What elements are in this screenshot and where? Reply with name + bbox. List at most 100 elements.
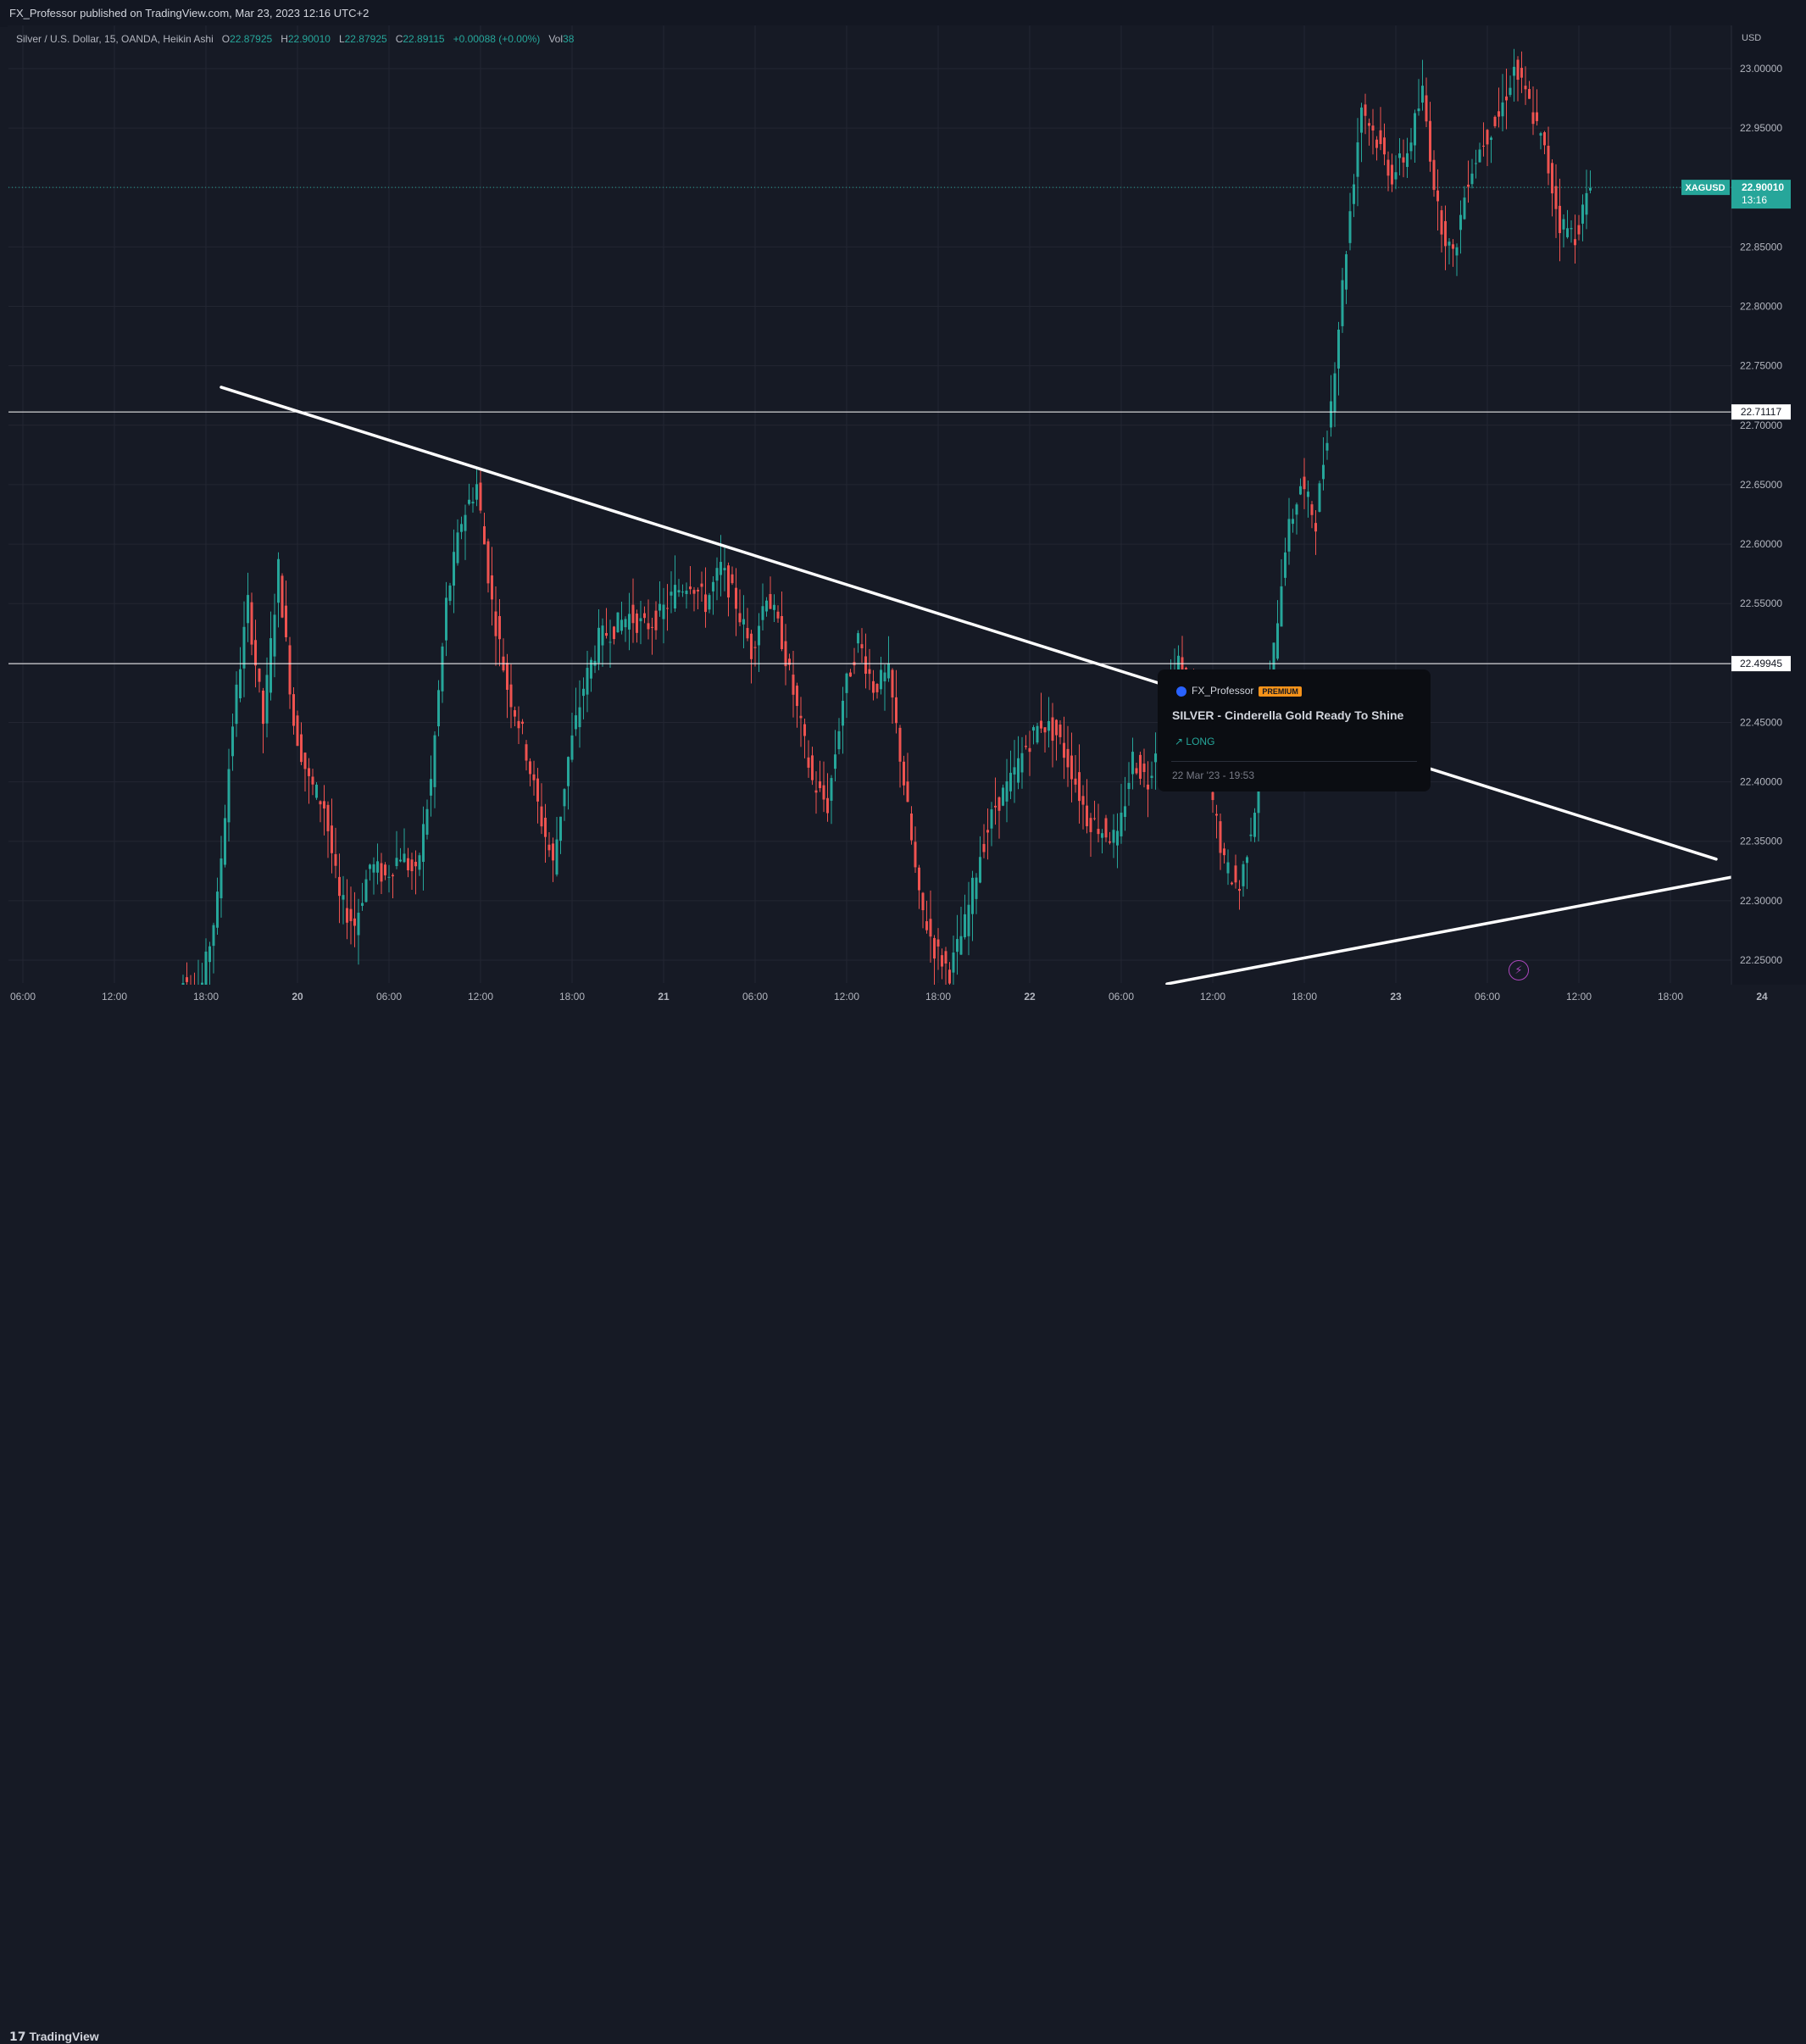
candle-body (460, 524, 463, 532)
volume-value: 38 (563, 33, 575, 45)
candle-body (208, 946, 211, 963)
x-tick-label: 06:00 (10, 991, 36, 1003)
candle-body (723, 568, 726, 571)
candle-body (1333, 373, 1336, 412)
x-tick-label: 24 (1756, 991, 1768, 1003)
candle-body (387, 876, 391, 878)
idea-title[interactable]: SILVER - Cinderella Gold Ready To Shine (1172, 708, 1403, 722)
candle-body (735, 587, 737, 609)
candle-body (1470, 173, 1474, 185)
candle-body (1238, 888, 1241, 891)
candle-body (1074, 778, 1077, 785)
candle-body (822, 785, 825, 800)
lightning-icon[interactable]: ⚡ (1509, 960, 1529, 980)
candle-body (986, 830, 989, 833)
candle-body (677, 590, 681, 593)
y-tick-label: 22.45000 (1740, 716, 1782, 728)
candle-body (990, 809, 993, 829)
y-tick-label: 23.00000 (1740, 63, 1782, 75)
candle-body (670, 592, 673, 596)
candle-body (792, 675, 795, 695)
y-tick-label: 22.25000 (1740, 954, 1782, 966)
candle-body (521, 721, 524, 725)
footer-bar: 17 TradingView (0, 1010, 1806, 2044)
candle-body (1417, 108, 1420, 112)
candle-body (1402, 157, 1405, 163)
candle-body (292, 694, 295, 726)
candle-body (631, 604, 635, 624)
candle-body (1089, 818, 1092, 832)
candle-body (803, 724, 806, 736)
candle-body (944, 951, 947, 964)
candle-body (376, 861, 379, 873)
candle-body (586, 668, 589, 695)
candle-body (529, 761, 531, 775)
candle-body (834, 754, 836, 769)
candle-body (380, 863, 383, 882)
x-tick-label: 18:00 (1658, 991, 1683, 1003)
candle-body (941, 955, 943, 967)
candle-body (285, 605, 287, 638)
candle-body (582, 688, 585, 697)
candle-body (1135, 768, 1138, 774)
candle-body (1303, 476, 1306, 490)
candle-body (647, 623, 650, 630)
x-tick-label: 21 (658, 991, 670, 1003)
candle-body (898, 727, 902, 762)
candle-body (636, 613, 638, 633)
candle-body (464, 514, 467, 531)
x-tick-label: 18:00 (193, 991, 219, 1003)
candle-body (616, 612, 620, 633)
candle-body (906, 781, 909, 803)
candle-body (1409, 142, 1413, 152)
candle-body (1482, 145, 1485, 147)
candle-body (605, 633, 608, 636)
idea-date: 22 Mar '23 - 19:53 (1172, 769, 1255, 781)
candle-body (334, 853, 337, 866)
idea-author[interactable]: FX_Professor (1192, 685, 1253, 697)
currency-label: USD (1742, 33, 1761, 43)
candle-body (273, 614, 276, 657)
x-tick-label: 12:00 (834, 991, 859, 1003)
candle-body (979, 857, 981, 883)
candle-body (1284, 552, 1286, 578)
candle-body (1551, 163, 1553, 194)
candle-body (1379, 130, 1382, 145)
candle-body (651, 626, 653, 628)
candle-body (807, 757, 810, 768)
tradingview-logo[interactable]: 17 TradingView (9, 2030, 99, 2044)
candle-body (1493, 116, 1497, 126)
trendlines (219, 386, 1741, 986)
candle-body (300, 734, 303, 763)
candle-body (353, 918, 356, 926)
candle-body (1577, 225, 1581, 235)
candle-body (425, 808, 429, 835)
candle-body (1536, 112, 1538, 121)
hline-price-text: 22.49945 (1740, 658, 1782, 669)
candle-body (1078, 772, 1081, 802)
premium-badge: PREMIUM (1259, 686, 1302, 697)
candle-body (1127, 782, 1131, 790)
price-chart[interactable]: USD23.0000022.9500022.9000022.8500022.80… (0, 0, 1806, 1042)
candle-body (544, 817, 547, 837)
candle-body (1589, 187, 1592, 191)
countdown-text: 13:16 (1742, 194, 1767, 206)
candle-body (700, 583, 703, 587)
candle-body (349, 908, 353, 921)
candle-body (704, 594, 707, 613)
candle-body (399, 859, 402, 862)
candle-body (414, 861, 417, 867)
candle-body (1559, 205, 1561, 234)
candle-body (224, 818, 226, 865)
candle-body (555, 839, 558, 875)
candle-body (517, 720, 520, 729)
candle-body (1070, 755, 1073, 780)
x-tick-label: 12:00 (1566, 991, 1592, 1003)
candle-body (1310, 504, 1314, 515)
candle-body (1211, 791, 1214, 801)
idea-card[interactable]: FX_Professor PREMIUM SILVER - Cinderella … (1158, 669, 1431, 791)
candle-body (720, 562, 722, 575)
candle-body (982, 843, 986, 853)
candle-body (776, 611, 780, 619)
high-value: 22.90010 (287, 33, 331, 45)
